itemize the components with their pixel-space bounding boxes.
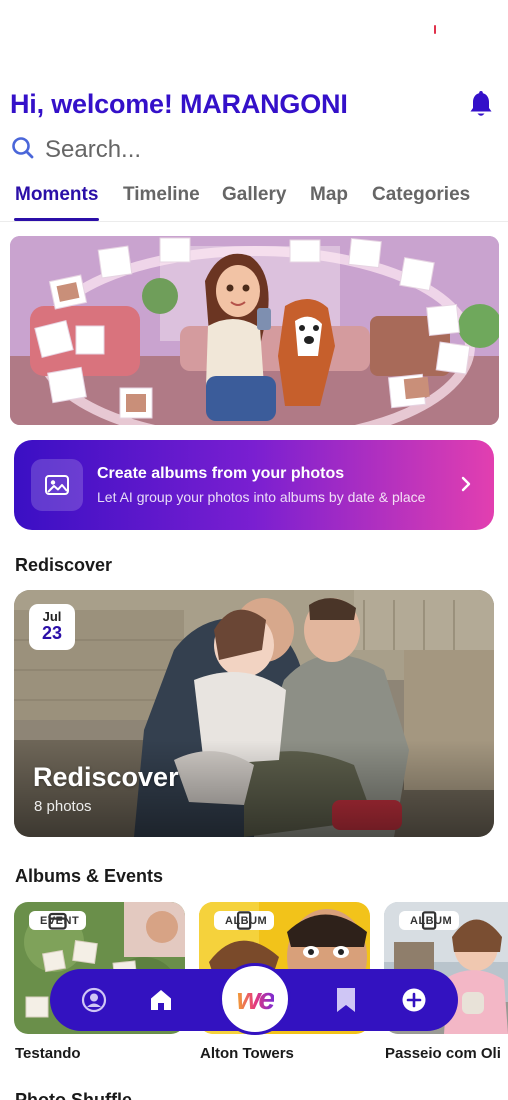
album-tag: ALBUM xyxy=(214,911,275,930)
album-name[interactable]: Alton Towers xyxy=(200,1045,294,1062)
albums-section-title: Albums & Events xyxy=(15,866,164,886)
tab-moments[interactable]: Moments xyxy=(15,184,98,206)
rediscover-photo-count: 8 photos xyxy=(34,798,92,815)
rediscover-section-title: Rediscover xyxy=(15,555,113,575)
album-tag: ALBUM xyxy=(399,911,460,930)
bell-icon[interactable] xyxy=(468,90,494,118)
search-input[interactable] xyxy=(45,136,345,164)
search-icon xyxy=(11,136,35,165)
promo-text: Create albums from your photos Let AI gr… xyxy=(97,465,427,506)
active-tab-indicator xyxy=(14,218,99,221)
date-badge: Jul 23 xyxy=(29,604,75,650)
tab-timeline[interactable]: Timeline xyxy=(123,184,200,206)
image-icon xyxy=(31,459,83,511)
date-month: Jul xyxy=(42,609,62,624)
search-bar[interactable] xyxy=(11,135,345,165)
bookmark-icon[interactable] xyxy=(332,986,360,1014)
status-indicator xyxy=(434,25,436,34)
tab-bar: Moments Timeline Gallery Map Categories xyxy=(0,176,508,222)
tab-map[interactable]: Map xyxy=(310,184,348,206)
greeting-title: Hi, welcome! MARANGONI xyxy=(10,88,348,119)
album-name[interactable]: Passeio com Oli xyxy=(385,1045,501,1062)
rediscover-card[interactable]: Jul 23 Rediscover 8 photos xyxy=(14,590,494,837)
create-albums-banner[interactable]: Create albums from your photos Let AI gr… xyxy=(14,440,494,530)
promo-title: Create albums from your photos xyxy=(97,464,345,482)
hero-illustration[interactable] xyxy=(10,236,499,425)
we-logo-button[interactable]: we xyxy=(219,963,291,1035)
add-icon[interactable] xyxy=(400,986,428,1014)
rediscover-card-title: Rediscover xyxy=(33,762,179,792)
profile-icon[interactable] xyxy=(80,986,108,1014)
album-tag: EVENT xyxy=(29,911,87,930)
chevron-right-icon xyxy=(460,474,472,499)
promo-subtitle: Let AI group your photos into albums by … xyxy=(97,488,426,505)
home-icon[interactable] xyxy=(147,986,175,1014)
header: Hi, welcome! MARANGONI xyxy=(10,86,494,122)
album-name[interactable]: Testando xyxy=(15,1045,81,1062)
we-logo: we xyxy=(236,981,275,1016)
date-day: 23 xyxy=(41,623,63,643)
tab-gallery[interactable]: Gallery xyxy=(222,184,286,206)
photo-shuffle-section-title: Photo Shuffle xyxy=(15,1090,132,1100)
tab-categories[interactable]: Categories xyxy=(372,184,470,206)
